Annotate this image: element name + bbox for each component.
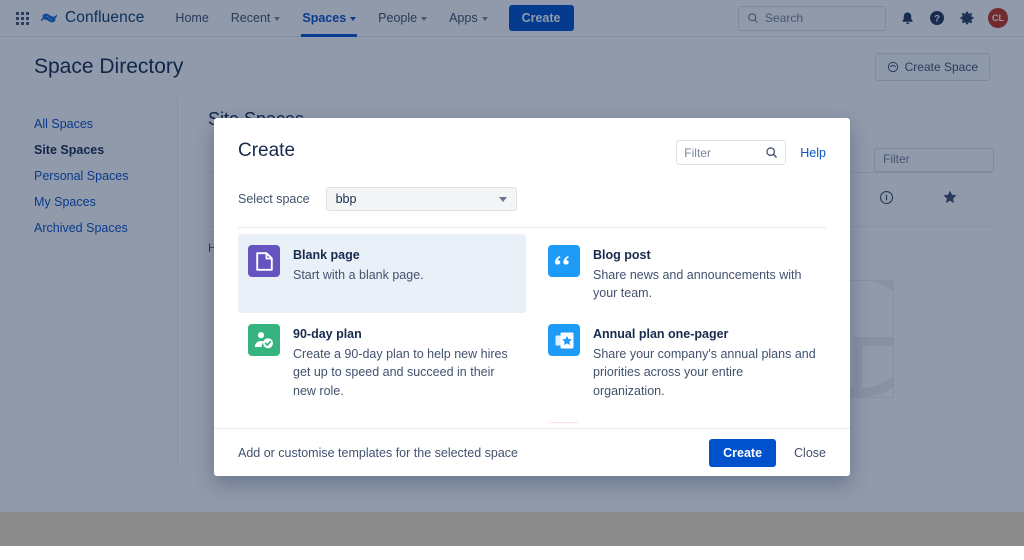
blank-page-icon xyxy=(248,245,280,277)
template-grid: Blank page Start with a blank page. Blog xyxy=(238,228,826,428)
dialog-header-actions: Filter Help xyxy=(676,140,826,165)
selected-space-value: bbp xyxy=(335,192,357,206)
space-selector-row: Select space bbp xyxy=(214,165,850,211)
template-annual-plan-one-pager[interactable]: Annual plan one-pager Share your company… xyxy=(538,313,826,410)
filter-placeholder: Filter xyxy=(684,145,711,160)
dialog-title: Create xyxy=(238,140,296,161)
search-icon xyxy=(766,147,778,159)
template-90-day-plan[interactable]: 90-day plan Create a 90-day plan to help… xyxy=(238,313,526,410)
dialog-footer-actions: Create Close xyxy=(709,438,826,467)
dialog-close-button[interactable]: Close xyxy=(794,446,826,460)
brainstorming-m-icon: M xyxy=(548,421,580,428)
template-description: Share your company's annual plans and pr… xyxy=(593,347,816,398)
template-name: Annual plan one-pager xyxy=(593,327,729,342)
template-list-scroll[interactable]: Blank page Start with a blank page. Blog xyxy=(238,227,826,428)
template-aws-architecture-diagram[interactable]: AWS architecture diagram Visualize your … xyxy=(238,411,526,428)
blog-post-quote-icon xyxy=(548,245,580,277)
bottom-strip xyxy=(0,512,1024,560)
template-name: AWS architecture diagram xyxy=(293,425,449,428)
template-name: 90-day plan xyxy=(293,327,362,342)
annual-plan-star-doc-icon xyxy=(548,324,580,357)
template-description: Create a 90-day plan to help new hires g… xyxy=(293,347,508,398)
help-link[interactable]: Help xyxy=(800,146,826,160)
template-name: Brainstorming xyxy=(593,425,678,428)
customise-templates-link[interactable]: Add or customise templates for the selec… xyxy=(238,446,518,460)
template-filter-input[interactable]: Filter xyxy=(676,140,787,165)
template-name: Blog post xyxy=(593,248,651,262)
template-description: Share news and announcements with your t… xyxy=(593,268,802,301)
create-page-dialog: Create Filter Help Select space bbp Blan… xyxy=(214,118,850,476)
space-select-dropdown[interactable]: bbp xyxy=(325,187,517,211)
dialog-header: Create Filter Help xyxy=(214,118,850,165)
template-name: Blank page xyxy=(293,248,360,262)
ninety-day-plan-person-check-icon xyxy=(248,324,280,357)
dialog-footer: Add or customise templates for the selec… xyxy=(214,428,850,476)
aws-architecture-icon xyxy=(248,422,280,428)
template-description: Start with a blank page. xyxy=(293,268,424,282)
template-brainstorming[interactable]: M Brainstorming Plan, run, and document … xyxy=(538,411,826,428)
screen: Confluence Home Recent Spaces People App… xyxy=(0,0,1024,560)
template-blog-post[interactable]: Blog post Share news and announcements w… xyxy=(538,234,826,313)
chevron-down-icon xyxy=(498,196,507,202)
select-space-label: Select space xyxy=(238,192,310,206)
dialog-create-button[interactable]: Create xyxy=(709,438,777,467)
template-blank-page[interactable]: Blank page Start with a blank page. xyxy=(238,234,526,314)
